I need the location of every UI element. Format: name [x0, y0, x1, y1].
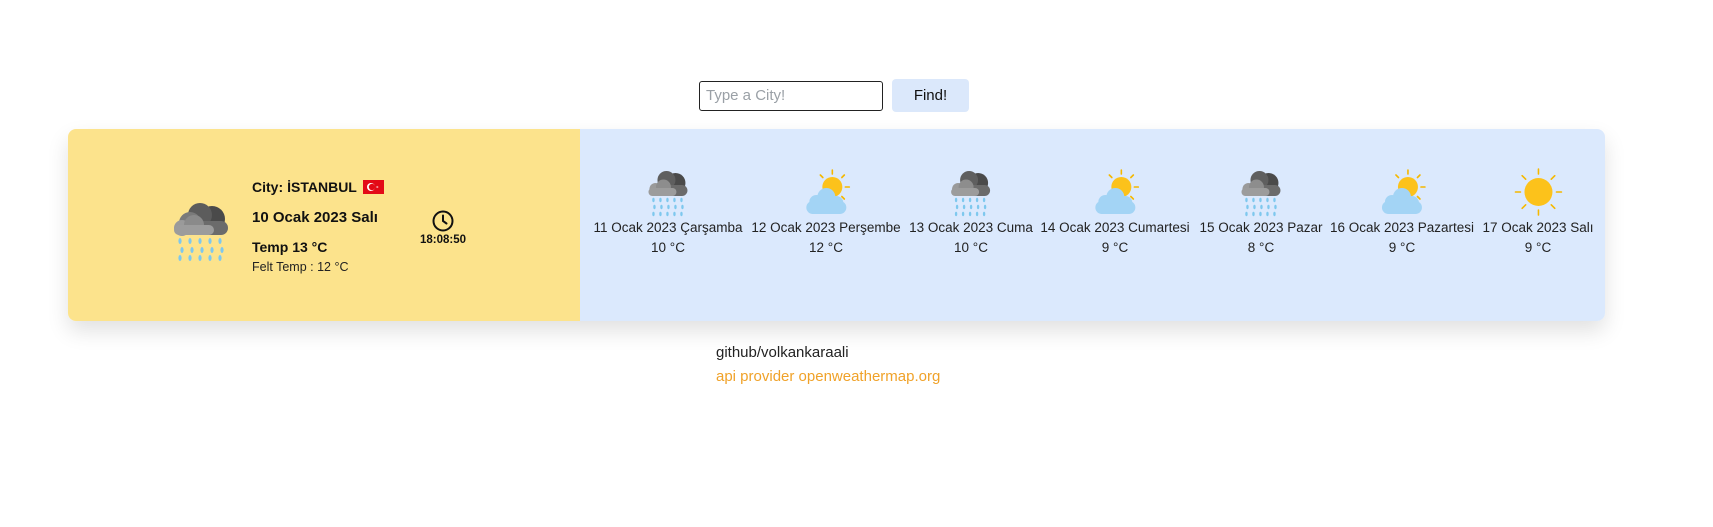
forecast-temp: 12 °C	[809, 240, 843, 255]
forecast-item: 16 Ocak 2023 Pazartesi 9 °C	[1330, 167, 1474, 255]
forecast-date: 13 Ocak 2023 Cuma	[909, 220, 1033, 235]
partly-cloudy-icon	[1040, 167, 1189, 217]
forecast-temp: 9 °C	[1524, 240, 1552, 255]
clock: 18:08:50	[420, 209, 466, 246]
forecast-date: 14 Ocak 2023 Cumartesi	[1040, 220, 1190, 235]
rain-cloud-icon	[909, 167, 1033, 217]
github-link[interactable]: github/volkankaraali	[716, 344, 940, 361]
sun-icon	[1482, 167, 1593, 217]
forecast-date: 17 Ocak 2023 Salı	[1482, 220, 1594, 235]
clock-icon	[432, 210, 454, 232]
current-weather-info: City: İSTANBUL 10 Ocak 2023 Salı Temp 13…	[252, 179, 384, 274]
current-time: 18:08:50	[420, 234, 467, 246]
forecast-item: 11 Ocak 2023 Çarşamba 10 °C	[593, 167, 743, 255]
api-provider-link[interactable]: api provider openweathermap.org	[716, 368, 940, 385]
felt-temp: Felt Temp : 12 °C	[252, 260, 349, 274]
forecast-date: 16 Ocak 2023 Pazartesi	[1329, 220, 1475, 235]
forecast-item: 13 Ocak 2023 Cuma 10 °C	[909, 167, 1033, 255]
rain-cloud-icon	[168, 195, 236, 263]
forecast-item: 17 Ocak 2023 Salı 9 °C	[1482, 167, 1594, 255]
forecast-date: 11 Ocak 2023 Çarşamba	[593, 220, 743, 235]
rain-cloud-icon	[1199, 167, 1322, 217]
forecast-list: 11 Ocak 2023 Çarşamba 10 °C 12 Ocak 2023 P…	[580, 167, 1605, 287]
city-name: İSTANBUL	[287, 179, 357, 195]
search-bar: Find!	[699, 79, 969, 112]
forecast-temp: 9 °C	[1388, 240, 1416, 255]
forecast-panel: 11 Ocak 2023 Çarşamba 10 °C 12 Ocak 2023 P…	[580, 129, 1605, 321]
current-date: 10 Ocak 2023 Salı	[252, 209, 378, 226]
rain-cloud-icon	[593, 167, 742, 217]
city-search-input[interactable]	[699, 80, 883, 111]
partly-cloudy-icon	[1330, 167, 1474, 217]
forecast-date: 15 Ocak 2023 Pazar	[1199, 220, 1323, 235]
current-weather-panel: City: İSTANBUL 10 Ocak 2023 Salı Temp 13…	[68, 129, 580, 321]
forecast-temp: 10 °C	[954, 240, 988, 255]
forecast-item: 15 Ocak 2023 Pazar 8 °C	[1199, 167, 1323, 255]
find-button[interactable]: Find!	[892, 79, 969, 112]
forecast-date: 12 Ocak 2023 Perşembe	[751, 220, 901, 235]
forecast-temp: 9 °C	[1101, 240, 1129, 255]
city-line: City: İSTANBUL	[252, 179, 384, 195]
footer: github/volkankaraali api provider openwe…	[716, 344, 940, 385]
forecast-item: 12 Ocak 2023 Perşembe 12 °C	[751, 167, 901, 255]
forecast-temp: 8 °C	[1247, 240, 1275, 255]
current-temp: Temp 13 °C	[252, 239, 328, 255]
forecast-temp: 10 °C	[651, 240, 685, 255]
partly-cloudy-icon	[751, 167, 900, 217]
weather-card: City: İSTANBUL 10 Ocak 2023 Salı Temp 13…	[68, 129, 1605, 321]
turkey-flag-icon	[362, 180, 384, 194]
city-label: City:	[252, 179, 284, 195]
forecast-item: 14 Ocak 2023 Cumartesi 9 °C	[1040, 167, 1190, 255]
